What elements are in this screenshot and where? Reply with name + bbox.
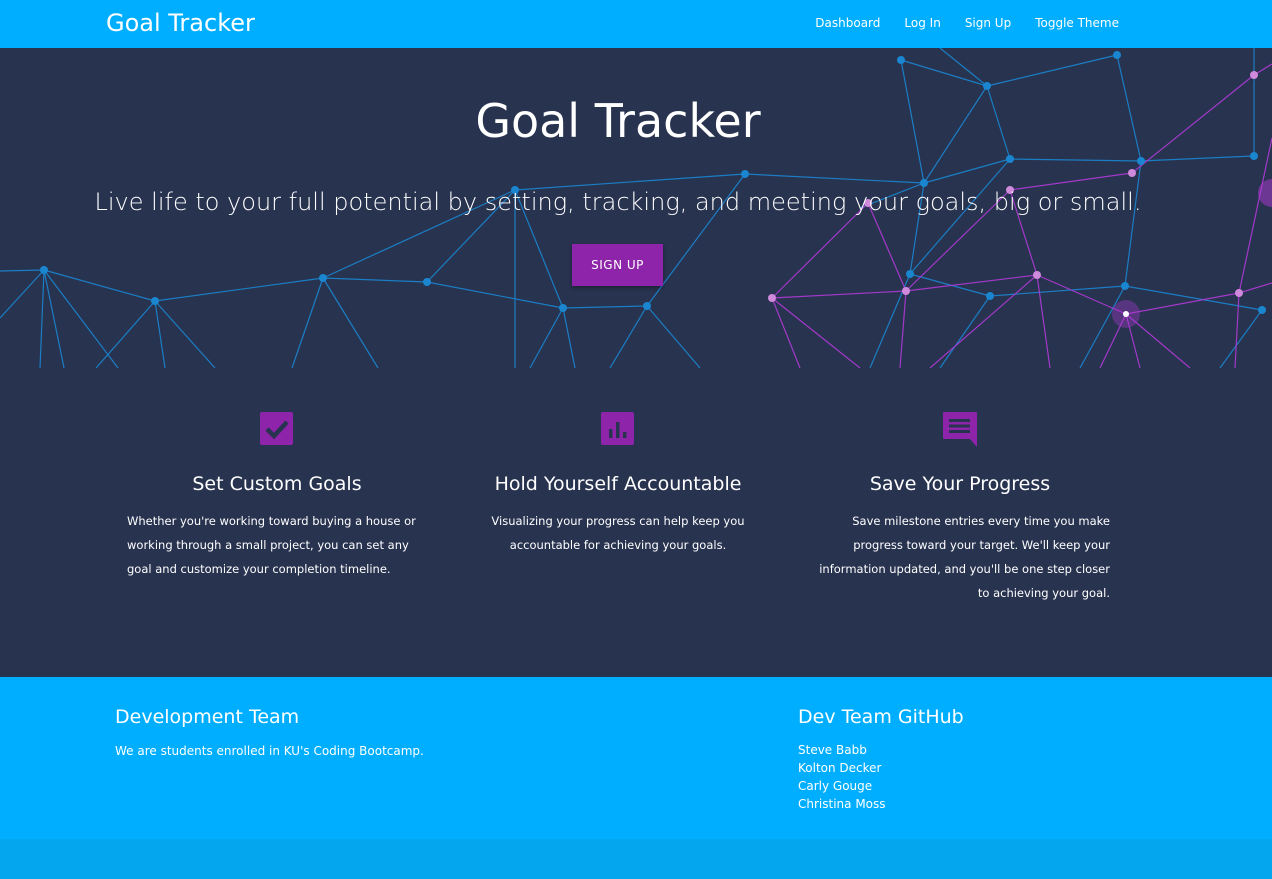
feature-description: Whether you're working toward buying a h… — [127, 514, 416, 576]
feature-title: Save Your Progress — [869, 473, 1051, 495]
nav-links: Dashboard Log In Sign Up Toggle Theme — [815, 16, 1119, 30]
nav-signup-link[interactable]: Sign Up — [965, 16, 1011, 30]
github-member-link[interactable]: Kolton Decker — [798, 759, 886, 777]
feature-title: Set Custom Goals — [192, 473, 362, 495]
nav-login-link[interactable]: Log In — [904, 16, 940, 30]
features-section: Set Custom Goals Whether you're working … — [0, 368, 1272, 677]
github-member-list: Steve Babb Kolton Decker Carly Gouge Chr… — [798, 741, 886, 813]
github-member-link[interactable]: Christina Moss — [798, 795, 886, 813]
chat-message-icon — [943, 412, 977, 447]
github-member-link[interactable]: Steve Babb — [798, 741, 886, 759]
hero-subtitle: Live life to your full potential by sett… — [94, 188, 1142, 216]
nav-toggle-theme-link[interactable]: Toggle Theme — [1035, 16, 1119, 30]
feature-hold-accountable: Hold Yourself Accountable Visualizing yo… — [468, 411, 768, 557]
bar-chart-icon — [601, 412, 634, 445]
hero-title: Goal Tracker — [475, 94, 761, 148]
brand-logo[interactable]: Goal Tracker — [106, 9, 255, 37]
nav-dashboard-link[interactable]: Dashboard — [815, 16, 880, 30]
feature-title: Hold Yourself Accountable — [494, 473, 742, 495]
hero-section: Goal Tracker Live life to your full pote… — [0, 48, 1272, 368]
footer: Development Team We are students enrolle… — [0, 677, 1272, 839]
footer-team-heading: Development Team — [115, 706, 300, 728]
hero-signup-button[interactable]: SIGN UP — [572, 244, 663, 286]
footer-github-heading: Dev Team GitHub — [798, 706, 964, 728]
feature-description: Visualizing your progress can help keep … — [491, 514, 745, 552]
footer-team-text: We are students enrolled in KU's Coding … — [115, 744, 424, 758]
footer-bottom-bar — [0, 839, 1272, 879]
feature-description: Save milestone entries every time you ma… — [819, 514, 1110, 600]
feature-set-custom-goals: Set Custom Goals Whether you're working … — [127, 411, 427, 581]
check-box-icon — [260, 412, 293, 445]
feature-save-progress: Save Your Progress Save milestone entrie… — [810, 411, 1110, 605]
navbar: Goal Tracker Dashboard Log In Sign Up To… — [0, 0, 1272, 48]
github-member-link[interactable]: Carly Gouge — [798, 777, 886, 795]
